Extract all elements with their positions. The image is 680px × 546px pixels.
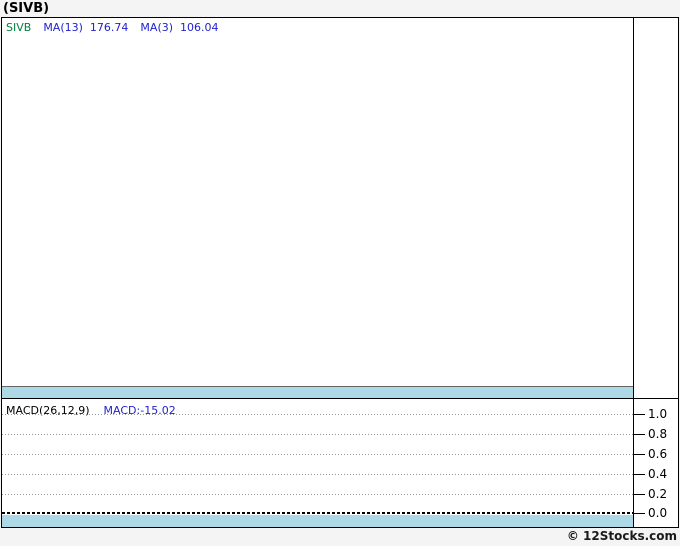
ma13-value: 176.74 (89, 21, 129, 34)
macd-legend: MACD(26,12,9) MACD:-15.02 (6, 404, 176, 417)
axis-tick (633, 513, 645, 514)
axis-tick-label: 0.0 (648, 506, 668, 520)
ticker-symbol-label: SIVB (6, 21, 32, 34)
axis-tick (633, 474, 645, 475)
macd-gridline (2, 434, 633, 435)
price-legend: SIVB MA(13) 176.74 MA(3) 106.04 (6, 21, 231, 34)
macd-gridline (2, 494, 633, 495)
macd-zero-line (2, 512, 633, 514)
ma3-value: 106.04 (180, 21, 219, 34)
macd-gridline (2, 474, 633, 475)
macd-gridline (2, 454, 633, 455)
axis-tick-label: 0.2 (648, 487, 668, 501)
axis-tick-label: 0.4 (648, 467, 668, 481)
ma13-label: MA(13) (43, 21, 83, 34)
macd-label: MACD(26,12,9) (6, 404, 90, 417)
price-panel-bottom-band (2, 386, 633, 398)
chart-container: SIVB MA(13) 176.74 MA(3) 106.04 MACD(26,12,9… (1, 17, 679, 528)
macd-value: MACD:-15.02 (103, 404, 176, 417)
axis-tick-label: 0.6 (648, 447, 668, 461)
axis-tick (633, 454, 645, 455)
panel-divider-line (2, 398, 678, 399)
ma3-label: MA(3) (140, 21, 174, 34)
axis-tick (633, 434, 645, 435)
macd-gridline (2, 414, 633, 415)
branding-link[interactable]: © 12Stocks.com (567, 529, 677, 543)
axis-tick-label: 1.0 (648, 407, 668, 421)
macd-panel-bottom-band (2, 515, 633, 527)
axis-tick (633, 414, 645, 415)
axis-divider-line (633, 18, 634, 527)
page-title: (SIVB) (3, 1, 50, 16)
axis-tick-label: 0.8 (648, 427, 668, 441)
stock-chart-page: (SIVB) SIVB MA(13) 176.74 MA(3) 106.04 MACD(… (0, 0, 680, 546)
axis-tick (633, 494, 645, 495)
